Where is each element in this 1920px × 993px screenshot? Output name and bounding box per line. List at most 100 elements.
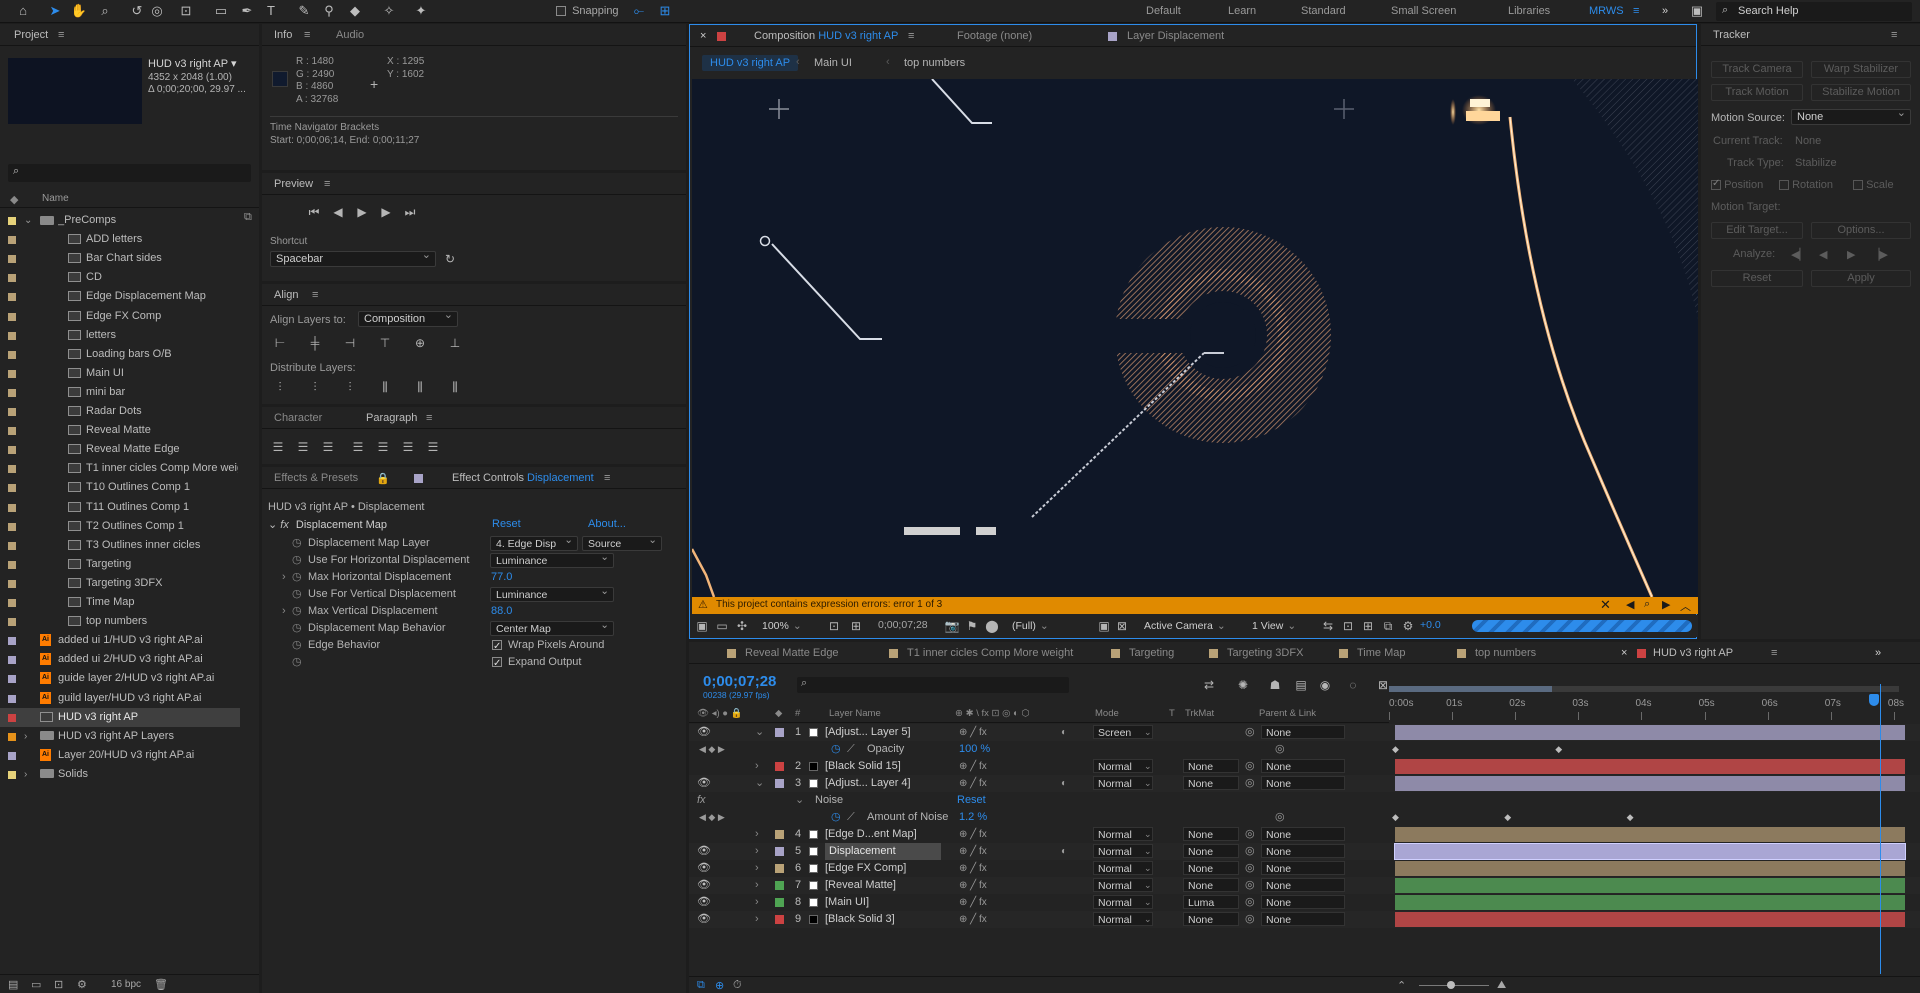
label-color-swatch[interactable] xyxy=(8,560,16,569)
name-column-header[interactable]: Name xyxy=(42,193,69,204)
scale-toggle[interactable]: Scale xyxy=(1853,179,1894,191)
label-color-swatch[interactable] xyxy=(8,427,16,436)
shortcut-dropdown[interactable]: Spacebar xyxy=(270,249,436,267)
expand-arrow-icon[interactable]: ⌄ xyxy=(755,775,764,792)
label-color-swatch[interactable] xyxy=(8,656,16,665)
align-top-icon[interactable]: ⊤ xyxy=(377,335,393,351)
label-color-swatch[interactable] xyxy=(8,713,16,722)
draft-3d-icon[interactable]: ✺ xyxy=(1235,677,1251,693)
project-item[interactable]: › HUD v3 right AP Layers xyxy=(0,727,240,746)
expand-arrow-icon[interactable]: › xyxy=(755,894,759,911)
layer-label-swatch[interactable] xyxy=(775,728,784,737)
exposure-value[interactable]: +0.0 xyxy=(1420,619,1441,631)
project-item[interactable]: Edge Displacement Map xyxy=(0,287,240,306)
label-color-swatch[interactable] xyxy=(8,579,16,588)
layer-switches[interactable]: ⊕ ╱ fx xyxy=(959,894,987,911)
keyframe[interactable]: ◆ xyxy=(1392,741,1399,758)
timeline-tab[interactable]: Targeting xyxy=(1129,647,1174,659)
bit-depth-button[interactable]: 16 bpc xyxy=(111,979,141,990)
track-matte-dropdown[interactable]: None xyxy=(1183,878,1239,892)
project-item[interactable]: ⌄ _PreComps xyxy=(0,211,240,230)
timeline-tab[interactable]: Time Map xyxy=(1357,647,1406,659)
close-tab-icon[interactable]: × xyxy=(1621,647,1627,659)
layer-row[interactable]: › 4 [Edge D...ent Map] ⊕ ╱ fx Normal ⌄ None ◎ No… xyxy=(689,826,1920,843)
pick-whip-icon[interactable]: ◎ xyxy=(1245,911,1255,928)
scale-checkbox[interactable] xyxy=(1853,180,1863,191)
label-color-swatch[interactable] xyxy=(8,675,16,684)
track-camera-button[interactable]: Track Camera xyxy=(1711,61,1803,78)
stopwatch-icon[interactable]: ◷ xyxy=(292,637,302,654)
graph-editor-icon[interactable]: ◌ xyxy=(1345,677,1361,693)
stopwatch-icon[interactable]: ◷ xyxy=(292,552,302,569)
effect-about-link[interactable]: About... xyxy=(588,518,626,530)
reset-shortcut-icon[interactable]: ↻ xyxy=(442,251,458,267)
effect-property-dropdown[interactable]: Luminance xyxy=(490,551,614,568)
region-of-interest-icon[interactable]: ▣ xyxy=(1096,618,1112,634)
layer-duration-bar[interactable] xyxy=(1395,827,1905,842)
layer-switches[interactable]: ⊕ ╱ fx xyxy=(959,843,987,860)
effect-property-dropdown[interactable]: 4. Edge Disp xyxy=(490,534,578,551)
expand-arrow-icon[interactable]: › xyxy=(282,569,286,586)
layer-switches[interactable]: ⊕ ╱ fx xyxy=(959,826,987,843)
roto-brush-icon[interactable]: ✧ xyxy=(380,2,398,20)
collapse-warning-icon[interactable]: ︿ xyxy=(1680,598,1691,614)
label-color-swatch[interactable] xyxy=(8,312,16,321)
motion-blur-icon[interactable]: ◉ xyxy=(1317,677,1333,693)
layer-name[interactable]: [Edge FX Comp] xyxy=(825,860,906,877)
project-item[interactable]: Ai guild layer/HUD v3 right AP.ai xyxy=(0,689,240,708)
project-item[interactable]: ADD letters xyxy=(0,230,240,249)
align-menu-icon[interactable]: ≡ xyxy=(312,289,318,301)
viewer-timecode[interactable]: 0;00;07;28 xyxy=(878,619,928,631)
layer-name[interactable]: [Black Solid 15] xyxy=(825,758,901,775)
label-column-icon[interactable]: ◆ xyxy=(10,193,18,206)
edit-target-button[interactable]: Edit Target... xyxy=(1711,222,1803,239)
stopwatch-icon[interactable]: ◷ xyxy=(831,809,841,826)
zoom-slider-handle[interactable] xyxy=(1447,981,1455,989)
parent-dropdown[interactable]: None xyxy=(1261,725,1345,739)
layer-switches[interactable]: ⊕ ╱ fx xyxy=(959,775,987,792)
new-composition-icon[interactable]: ⊡ xyxy=(54,978,63,991)
layer-row[interactable]: 👁 › 7 [Reveal Matte] ⊕ ╱ fx Normal ⌄ None ◎ None xyxy=(689,877,1920,894)
expand-arrow-icon[interactable]: › xyxy=(755,877,759,894)
pick-whip-icon[interactable]: ◎ xyxy=(1245,877,1255,894)
justify-last-right-icon[interactable]: ☰ xyxy=(400,439,416,455)
layer-row[interactable]: 👁 › 9 [Black Solid 3] ⊕ ╱ fx Normal ⌄ None ◎ None xyxy=(689,911,1920,928)
search-error-icon[interactable]: ⌕ xyxy=(1644,598,1650,611)
effect-property-value[interactable]: 88.0 xyxy=(491,603,512,620)
parent-dropdown[interactable]: None xyxy=(1261,844,1345,858)
project-item[interactable]: T10 Outlines Comp 1 xyxy=(0,478,240,497)
previous-error-icon[interactable]: ◀ xyxy=(1626,598,1634,611)
time-ruler[interactable]: 0:00s 01s 02s 03s 04s 05s 06s 07s 08s xyxy=(1389,680,1920,722)
flowchart-icon[interactable]: ⧉ xyxy=(244,211,252,224)
parent-dropdown[interactable]: None xyxy=(1261,861,1345,875)
label-color-swatch[interactable] xyxy=(8,331,16,340)
last-frame-icon[interactable]: ⏭ xyxy=(402,204,418,220)
position-toggle[interactable]: Position xyxy=(1711,178,1763,191)
project-item[interactable]: Edge FX Comp xyxy=(0,307,240,326)
fx-icon[interactable]: fx xyxy=(280,519,289,531)
label-color-swatch[interactable] xyxy=(8,541,16,550)
expand-arrow-icon[interactable]: ⌄ xyxy=(268,519,277,531)
adjustment-layer-icon[interactable]: ◐ xyxy=(1061,843,1067,860)
distribute-bottom-icon[interactable]: ⫶ xyxy=(342,379,358,395)
expression-pickwhip-icon[interactable]: ◎ xyxy=(1275,741,1285,758)
effect-property-checkbox[interactable] xyxy=(492,654,502,672)
rectangle-tool-icon[interactable]: ▭ xyxy=(212,2,230,20)
stopwatch-icon[interactable]: ◷ xyxy=(292,586,302,603)
parent-dropdown[interactable]: None xyxy=(1261,895,1345,909)
transparency-grid-icon[interactable]: ⊠ xyxy=(1114,618,1130,634)
track-matte-dropdown[interactable]: None xyxy=(1183,827,1239,841)
layer-switches[interactable]: ⊕ ╱ fx xyxy=(959,724,987,741)
keyframe[interactable]: ◆ xyxy=(1392,809,1399,826)
stopwatch-icon[interactable]: ◷ xyxy=(831,741,841,758)
expand-arrow-icon[interactable]: › xyxy=(755,911,759,928)
layer-label-swatch[interactable] xyxy=(775,830,784,839)
expand-arrow-icon[interactable]: ⌄ xyxy=(755,724,764,741)
layer-name[interactable]: [Main UI] xyxy=(825,894,869,911)
adjustment-layer-icon[interactable]: ◐ xyxy=(1061,724,1067,741)
close-warning-icon[interactable]: ✕ xyxy=(1600,597,1611,613)
align-to-dropdown[interactable]: Composition xyxy=(358,309,458,327)
project-item[interactable]: T2 Outlines Comp 1 xyxy=(0,517,240,536)
workspace-libraries[interactable]: Libraries xyxy=(1508,5,1550,17)
layer-row[interactable]: › 2 [Black Solid 15] ⊕ ╱ fx Normal ⌄ None ◎ None xyxy=(689,758,1920,775)
